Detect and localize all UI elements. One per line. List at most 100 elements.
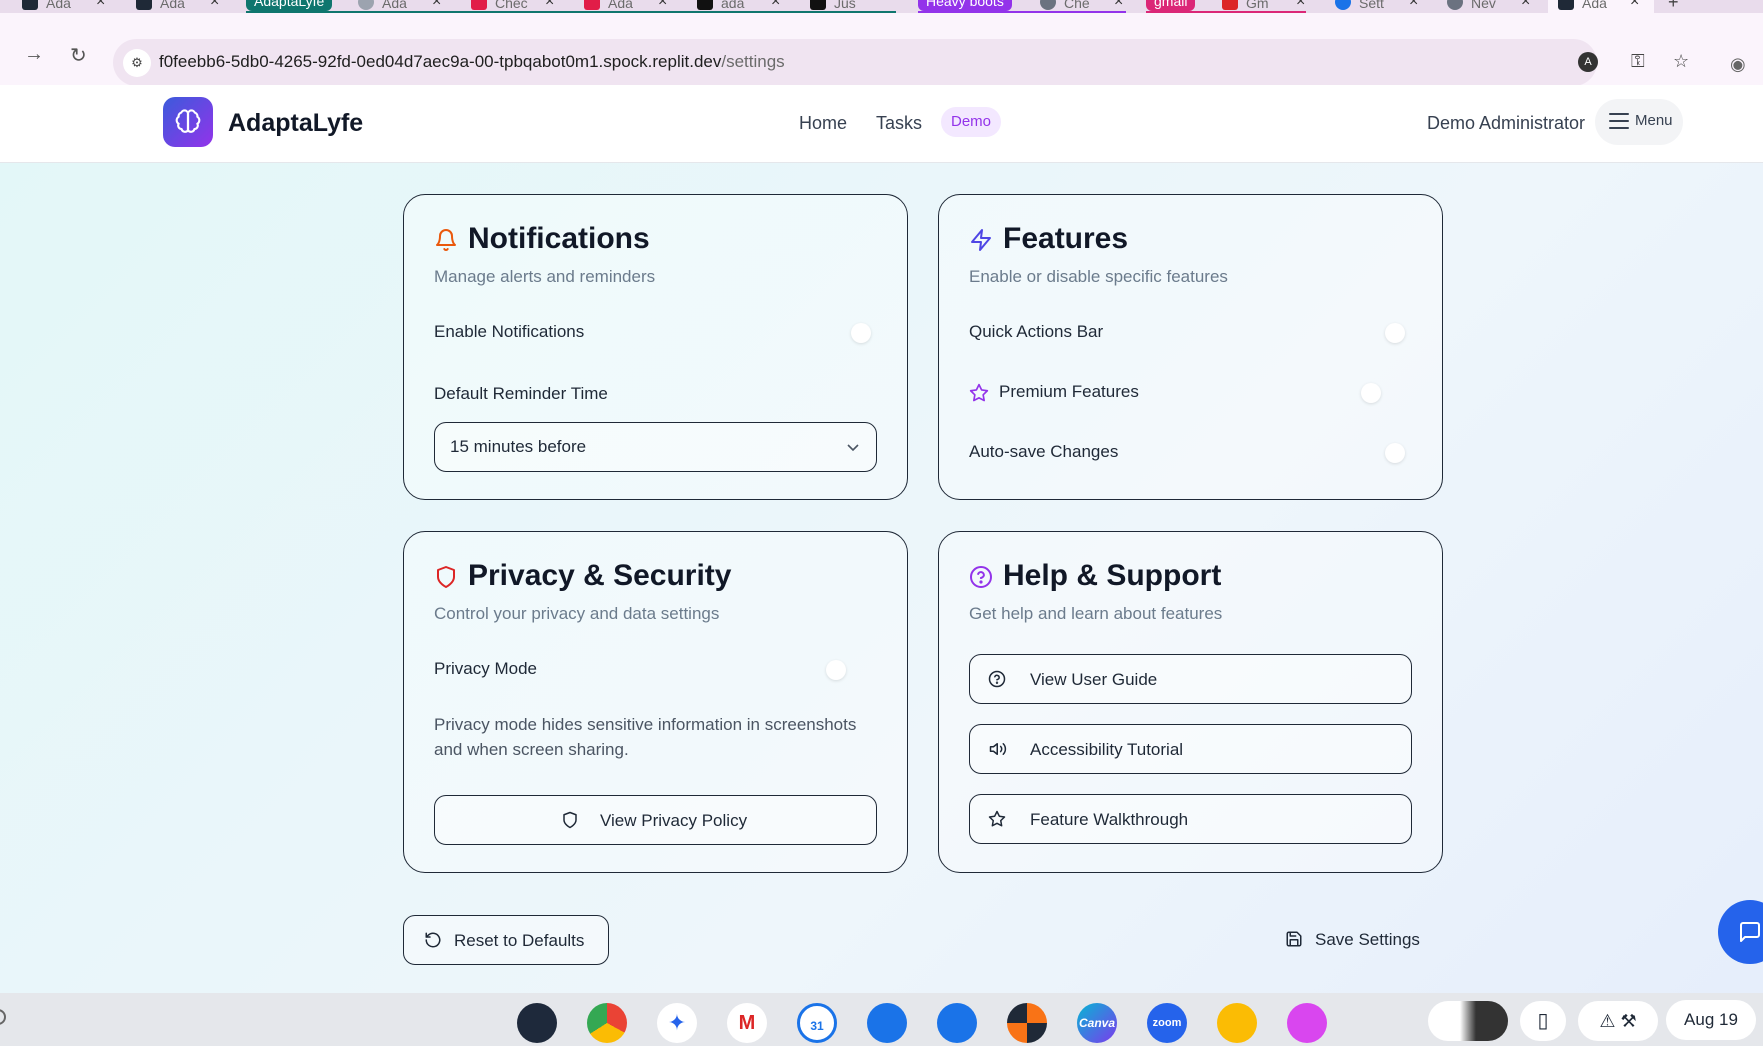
tab-close-icon[interactable]: ×	[1114, 0, 1123, 11]
tab-title: Ada	[46, 0, 71, 11]
screenshot-camera-icon[interactable]: ◉	[1730, 54, 1746, 75]
settings-page: Notifications Manage alerts and reminder…	[0, 163, 1763, 993]
tab-close-icon[interactable]: ×	[96, 0, 105, 11]
star-icon	[969, 383, 989, 402]
browser-tab[interactable]: ada ×	[697, 0, 787, 13]
keep-icon[interactable]	[1217, 1003, 1257, 1043]
button-label: Feature Walkthrough	[1030, 810, 1189, 829]
tab-group-label[interactable]: Heavy boots	[918, 0, 1012, 11]
address-bar[interactable]: ⚙ f0feebb6-5db0-4265-92fd-0ed04d7aec9a-0…	[113, 39, 1689, 86]
new-tab-icon[interactable]: +	[1668, 0, 1679, 13]
quick-actions-toggle[interactable]	[1385, 323, 1405, 343]
card-subtitle: Control your privacy and data settings	[434, 604, 720, 623]
tab-group-label[interactable]: gmail	[1146, 0, 1196, 11]
browser-tab[interactable]: Nev ×	[1447, 0, 1537, 13]
bell-icon	[436, 229, 456, 251]
tab-close-icon[interactable]: ×	[1630, 0, 1639, 11]
profile-icon[interactable]: A	[1578, 52, 1598, 72]
password-key-icon[interactable]: ⚿	[1631, 51, 1645, 72]
site-settings-icon[interactable]: ⚙	[123, 49, 151, 77]
star-icon	[988, 810, 1006, 827]
status-tray[interactable]: ⚠ ⚒	[1578, 1001, 1658, 1041]
premium-features-label: Premium Features	[999, 382, 1139, 401]
tab-favicon-icon	[358, 0, 374, 10]
browser-tab[interactable]: Ada ×	[358, 0, 448, 13]
messages-icon[interactable]	[937, 1003, 977, 1043]
autosave-label: Auto-save Changes	[969, 442, 1119, 461]
tab-close-icon[interactable]: ×	[1521, 0, 1530, 11]
forward-icon[interactable]: →	[24, 43, 44, 66]
zoom-icon[interactable]: zoom	[1147, 1003, 1187, 1043]
chat-button[interactable]	[1718, 900, 1763, 964]
game-icon[interactable]	[1007, 1003, 1047, 1043]
nav-home[interactable]: Home	[799, 113, 847, 134]
browser-tab-active[interactable]: Ada ×	[1548, 0, 1654, 13]
url-host: f0feebb6-5db0-4265-92fd-0ed04d7aec9a-00-…	[159, 52, 722, 71]
gemini-icon[interactable]: ✦	[657, 1003, 697, 1043]
bookmark-star-icon[interactable]: ☆	[1673, 51, 1689, 72]
tab-title: Ada	[1582, 0, 1607, 11]
brand-name[interactable]: AdaptaLyfe	[228, 109, 363, 138]
browser-toolbar: → ↻ ⚙ f0feebb6-5db0-4265-92fd-0ed04d7aec…	[0, 13, 1763, 86]
tab-close-icon[interactable]: ×	[1409, 0, 1418, 11]
button-label: View Privacy Policy	[600, 811, 748, 830]
calendar-icon[interactable]: 31	[797, 1003, 837, 1043]
reload-icon[interactable]: ↻	[70, 43, 87, 68]
tab-close-icon[interactable]: ×	[658, 0, 667, 11]
browser-tab[interactable]: Che ×	[1040, 0, 1130, 13]
tab-close-icon[interactable]: ×	[545, 0, 554, 11]
notes-icon[interactable]	[1287, 1003, 1327, 1043]
tray-avatars[interactable]	[1428, 1001, 1508, 1041]
tab-close-icon[interactable]: ×	[210, 0, 219, 11]
save-settings-button[interactable]: Save Settings	[1283, 915, 1443, 965]
gmail-icon[interactable]: M	[727, 1003, 767, 1043]
files-icon[interactable]	[867, 1003, 907, 1043]
help-circle-icon	[988, 670, 1006, 688]
privacy-mode-note: Privacy mode hides sensitive information…	[434, 715, 857, 759]
browser-tab[interactable]: Chec ×	[471, 0, 561, 13]
nav-tasks[interactable]: Tasks	[876, 113, 922, 134]
menu-button[interactable]: Menu	[1595, 99, 1683, 145]
shield-icon	[563, 811, 577, 829]
demo-badge[interactable]: Demo	[941, 107, 1002, 137]
browser-tab[interactable]: Gm ×	[1222, 0, 1312, 13]
tab-favicon-icon	[810, 0, 826, 10]
phone-hub-icon[interactable]: ▯	[1520, 1001, 1566, 1041]
shield-icon	[437, 566, 455, 588]
tab-close-icon[interactable]: ×	[771, 0, 780, 11]
browser-tab[interactable]: Sett ×	[1335, 0, 1425, 13]
enable-notifications-toggle[interactable]	[851, 323, 871, 343]
browser-tab[interactable]: Ada ×	[584, 0, 674, 13]
app-launcher-icon[interactable]	[517, 1003, 557, 1043]
tab-title: Ada	[382, 0, 407, 11]
reset-icon	[425, 932, 441, 948]
tab-title: Sett	[1359, 0, 1384, 11]
view-user-guide-button[interactable]: View User Guide	[969, 654, 1412, 704]
browser-tab[interactable]: Ada ×	[22, 0, 112, 13]
reminder-time-select[interactable]: 15 minutes before	[434, 422, 877, 472]
browser-tab[interactable]: Ada ×	[136, 0, 226, 13]
menu-button-label: Menu	[1635, 112, 1673, 129]
brain-logo-icon[interactable]	[163, 97, 213, 147]
tab-group-label[interactable]: AdaptaLyfe	[246, 0, 333, 11]
view-privacy-policy-button[interactable]: View Privacy Policy	[434, 795, 877, 845]
card-title: Features	[1003, 222, 1129, 255]
premium-features-toggle[interactable]	[1361, 383, 1381, 403]
canva-icon[interactable]: Canva	[1077, 1003, 1117, 1043]
chrome-icon[interactable]	[587, 1003, 627, 1043]
date-display[interactable]: Aug 19	[1666, 1000, 1756, 1040]
launcher-icon[interactable]	[0, 1009, 6, 1025]
card-title: Notifications	[468, 222, 650, 255]
reset-to-defaults-button[interactable]: Reset to Defaults	[403, 915, 609, 965]
accessibility-tutorial-button[interactable]: Accessibility Tutorial	[969, 724, 1412, 774]
privacy-mode-toggle[interactable]	[826, 660, 846, 680]
feature-walkthrough-button[interactable]: Feature Walkthrough	[969, 794, 1412, 844]
privacy-mode-label: Privacy Mode	[434, 659, 537, 678]
tab-close-icon[interactable]: ×	[432, 0, 441, 11]
browser-tab[interactable]: Jus	[810, 0, 900, 13]
tab-title: Gm	[1246, 0, 1269, 11]
tab-close-icon[interactable]: ×	[1296, 0, 1305, 11]
card-subtitle: Enable or disable specific features	[969, 267, 1228, 286]
save-icon	[1286, 931, 1302, 947]
autosave-toggle[interactable]	[1385, 443, 1405, 463]
